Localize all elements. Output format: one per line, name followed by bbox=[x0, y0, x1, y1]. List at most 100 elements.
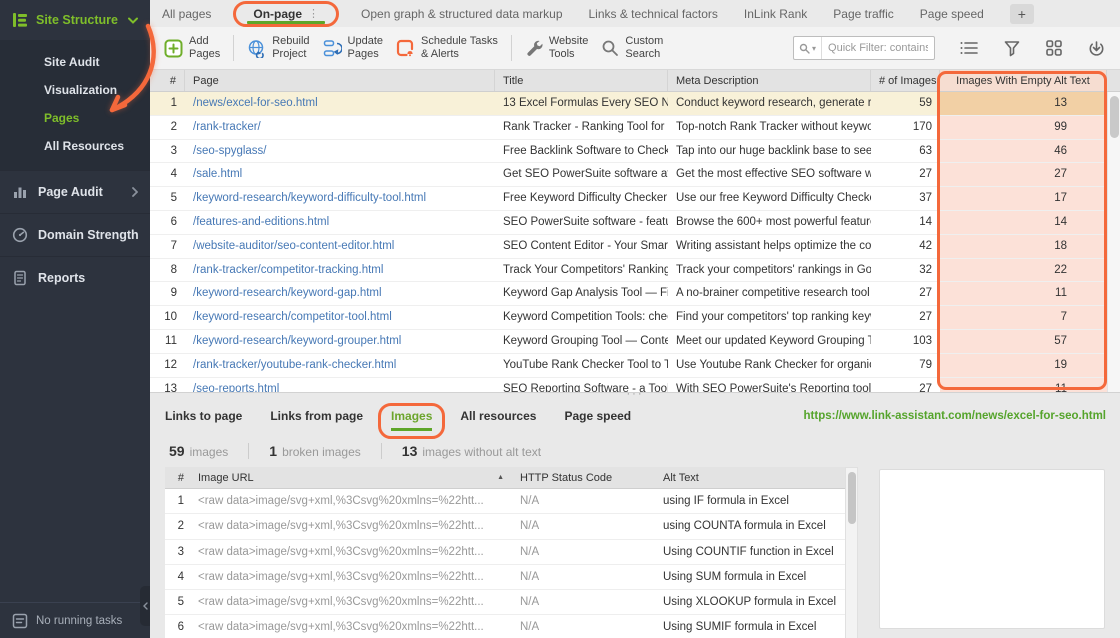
add-pages-icon bbox=[164, 39, 183, 58]
workspaces-button[interactable] bbox=[1045, 39, 1063, 57]
filter-button[interactable] bbox=[1003, 40, 1021, 57]
http-status-cell: N/A bbox=[512, 565, 655, 589]
page-title-cell: SEO Content Editor - Your Smart Writi... bbox=[495, 235, 668, 258]
page-url-link[interactable]: /website-auditor/seo-content-editor.html bbox=[185, 235, 495, 258]
tab-menu-dots-icon[interactable]: ⋮ bbox=[308, 7, 319, 20]
splitter-handle-icon[interactable]: ··· bbox=[627, 388, 644, 400]
scrollbar-thumb[interactable] bbox=[1110, 96, 1119, 138]
pages-table-row[interactable]: 2/rank-tracker/Rank Tracker - Ranking To… bbox=[150, 116, 1120, 140]
add-pages-button[interactable]: AddPages bbox=[164, 35, 220, 61]
row-number: 6 bbox=[150, 211, 185, 234]
tab-on-page[interactable]: On-page ⋮ bbox=[237, 0, 335, 27]
page-url-link[interactable]: /seo-reports.html bbox=[185, 378, 495, 392]
header-page[interactable]: Page bbox=[185, 70, 495, 91]
sidebar-item-site-structure[interactable]: Site Structure bbox=[0, 0, 150, 40]
tab-all-pages[interactable]: All pages bbox=[162, 7, 211, 21]
pages-table-row[interactable]: 12/rank-tracker/youtube-rank-checker.htm… bbox=[150, 354, 1120, 378]
quick-filter-mode-dropdown[interactable]: ▾ bbox=[794, 37, 822, 59]
tab-page-speed-details[interactable]: Page speed bbox=[564, 409, 631, 423]
custom-search-button[interactable]: CustomSearch bbox=[601, 35, 663, 61]
pages-table-row[interactable]: 9/keyword-research/keyword-gap.htmlKeywo… bbox=[150, 282, 1120, 306]
rebuild-project-button[interactable]: RebuildProject bbox=[247, 35, 309, 61]
header-num[interactable]: # bbox=[165, 467, 190, 488]
images-table-row[interactable]: 2<raw data>image/svg+xml,%3Csvg%20xmlns=… bbox=[165, 514, 845, 539]
pages-table-row[interactable]: 7/website-auditor/seo-content-editor.htm… bbox=[150, 235, 1120, 259]
panel-splitter[interactable]: ··· bbox=[150, 392, 1120, 401]
list-icon bbox=[959, 40, 979, 56]
page-url-link[interactable]: /rank-tracker/ bbox=[185, 116, 495, 139]
tab-links-to-page[interactable]: Links to page bbox=[165, 409, 242, 423]
add-tab-button[interactable]: + bbox=[1010, 4, 1034, 24]
pages-table-row[interactable]: 8/rank-tracker/competitor-tracking.htmlT… bbox=[150, 259, 1120, 283]
page-url-link[interactable]: /news/excel-for-seo.html bbox=[185, 92, 495, 115]
schedule-tasks-button[interactable]: Schedule Tasks& Alerts bbox=[396, 35, 498, 61]
page-url-link[interactable]: /keyword-research/keyword-difficulty-too… bbox=[185, 187, 495, 210]
page-url-link[interactable]: /keyword-research/competitor-tool.html bbox=[185, 306, 495, 329]
sidebar-item-domain-strength[interactable]: Domain Strength bbox=[0, 213, 150, 256]
sidebar-item-page-audit[interactable]: Page Audit bbox=[0, 170, 150, 213]
header-meta-description[interactable]: Meta Description bbox=[668, 70, 871, 91]
page-url-link[interactable]: /rank-tracker/competitor-tracking.html bbox=[185, 259, 495, 282]
sidebar-item-all-resources[interactable]: All Resources bbox=[0, 132, 150, 160]
pages-table-row[interactable]: 11/keyword-research/keyword-grouper.html… bbox=[150, 330, 1120, 354]
page-url-link[interactable]: /sale.html bbox=[185, 163, 495, 186]
pages-table-row[interactable]: 6/features-and-editions.htmlSEO PowerSui… bbox=[150, 211, 1120, 235]
tab-links-from-page[interactable]: Links from page bbox=[270, 409, 363, 423]
images-table-row[interactable]: 5<raw data>image/svg+xml,%3Csvg%20xmlns=… bbox=[165, 590, 845, 615]
header-images-empty-alt[interactable]: Images With Empty Alt Text bbox=[940, 70, 1107, 91]
page-url-link[interactable]: /features-and-editions.html bbox=[185, 211, 495, 234]
task-status-bar: No running tasks bbox=[0, 602, 150, 638]
update-pages-button[interactable]: UpdatePages bbox=[323, 35, 383, 61]
export-button[interactable] bbox=[1087, 39, 1106, 58]
images-table-row[interactable]: 6<raw data>image/svg+xml,%3Csvg%20xmlns=… bbox=[165, 615, 845, 638]
page-url-link[interactable]: /keyword-research/keyword-grouper.html bbox=[185, 330, 495, 353]
tab-inlink-rank[interactable]: InLink Rank bbox=[744, 7, 807, 21]
header-title[interactable]: Title bbox=[495, 70, 668, 91]
images-table-row[interactable]: 3<raw data>image/svg+xml,%3Csvg%20xmlns=… bbox=[165, 540, 845, 565]
tab-page-speed[interactable]: Page speed bbox=[920, 7, 984, 21]
page-title-cell: Get SEO PowerSuite software at 82% ... bbox=[495, 163, 668, 186]
quick-filter-input[interactable] bbox=[822, 42, 934, 54]
pages-table-row[interactable]: 10/keyword-research/competitor-tool.html… bbox=[150, 306, 1120, 330]
sidebar-item-reports[interactable]: Reports bbox=[0, 256, 150, 299]
sidebar-item-pages[interactable]: Pages bbox=[0, 104, 150, 132]
sidebar-item-site-audit[interactable]: Site Audit bbox=[0, 48, 150, 76]
images-count-cell: 27 bbox=[871, 282, 940, 305]
pages-table-row[interactable]: 1/news/excel-for-seo.html13 Excel Formul… bbox=[150, 92, 1120, 116]
page-title-cell: Rank Tracker - Ranking Tool for Chec... bbox=[495, 116, 668, 139]
sidebar-collapse-handle[interactable] bbox=[140, 586, 150, 626]
website-tools-button[interactable]: WebsiteTools bbox=[525, 35, 589, 61]
meta-description-cell: Find your competitors' top ranking keywo… bbox=[668, 306, 871, 329]
column-settings-button[interactable] bbox=[959, 40, 979, 56]
pages-table-scrollbar[interactable] bbox=[1107, 92, 1120, 392]
alt-text-cell: using COUNTA formula in Excel bbox=[655, 514, 845, 538]
images-table-row[interactable]: 1<raw data>image/svg+xml,%3Csvg%20xmlns=… bbox=[165, 489, 845, 514]
images-table-scrollbar[interactable] bbox=[845, 467, 858, 638]
images-table-row[interactable]: 4<raw data>image/svg+xml,%3Csvg%20xmlns=… bbox=[165, 565, 845, 590]
tab-all-resources[interactable]: All resources bbox=[460, 409, 536, 423]
tab-links-technical[interactable]: Links & technical factors bbox=[589, 7, 718, 21]
meta-description-cell: Use our free Keyword Difficulty Checker … bbox=[668, 187, 871, 210]
tab-open-graph[interactable]: Open graph & structured data markup bbox=[361, 7, 562, 21]
pages-table-row[interactable]: 4/sale.htmlGet SEO PowerSuite software a… bbox=[150, 163, 1120, 187]
pages-table-row[interactable]: 5/keyword-research/keyword-difficulty-to… bbox=[150, 187, 1120, 211]
header-http-status[interactable]: HTTP Status Code bbox=[512, 467, 655, 488]
header-num-images[interactable]: # of Images bbox=[871, 70, 940, 91]
active-tab-underline bbox=[247, 21, 325, 24]
scrollbar-thumb[interactable] bbox=[848, 472, 856, 524]
header-image-url[interactable]: ▲ Image URL bbox=[190, 467, 512, 488]
sidebar-item-visualization[interactable]: Visualization bbox=[0, 76, 150, 104]
meta-description-cell: Track your competitors' rankings in Goog… bbox=[668, 259, 871, 282]
page-url-link[interactable]: /seo-spyglass/ bbox=[185, 140, 495, 163]
pages-table-row[interactable]: 3/seo-spyglass/Free Backlink Software to… bbox=[150, 140, 1120, 164]
chevron-down-icon bbox=[128, 17, 138, 24]
page-url-link[interactable]: /rank-tracker/youtube-rank-checker.html bbox=[185, 354, 495, 377]
selected-page-url-link[interactable]: https://www.link-assistant.com/news/exce… bbox=[804, 410, 1106, 422]
tab-images[interactable]: Images bbox=[391, 409, 432, 423]
header-alt-text[interactable]: Alt Text bbox=[655, 467, 845, 488]
tab-page-traffic[interactable]: Page traffic bbox=[833, 7, 893, 21]
header-num[interactable]: # bbox=[150, 70, 185, 91]
toolbar: AddPages RebuildProject UpdatePages Sche bbox=[150, 27, 1120, 70]
site-structure-submenu: Site Audit Visualization Pages All Resou… bbox=[0, 40, 150, 170]
page-url-link[interactable]: /keyword-research/keyword-gap.html bbox=[185, 282, 495, 305]
